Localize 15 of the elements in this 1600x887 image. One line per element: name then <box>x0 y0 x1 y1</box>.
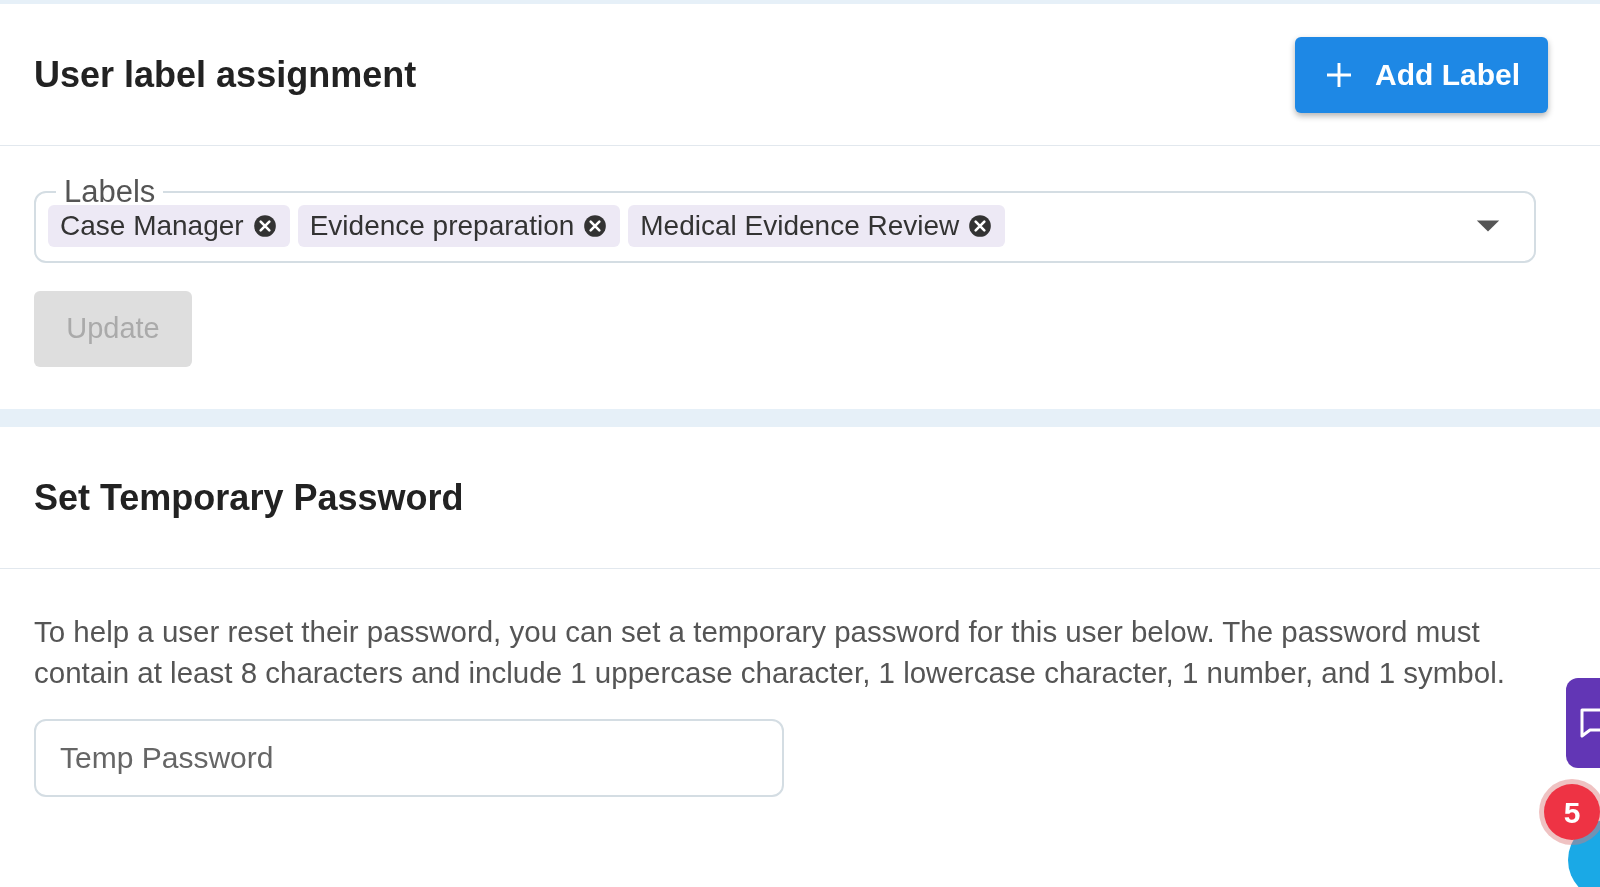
remove-icon[interactable] <box>582 213 609 239</box>
temp-password-field[interactable]: Temp Password <box>34 719 784 797</box>
remove-icon[interactable] <box>967 213 994 239</box>
label-chip[interactable]: Medical Evidence Review <box>628 205 1006 247</box>
dropdown-caret-icon[interactable] <box>1474 218 1502 234</box>
description-text: To help a user reset their password, you can set a temporary password for this user below. The password must contain at least 8 characters and include 1 uppercase character, 1 lowercase character, 1 number, and 1 symbol. <box>34 614 1506 691</box>
label-chip[interactable]: Case Manager <box>48 205 290 247</box>
label-chip[interactable]: Evidence preparation <box>297 205 621 247</box>
add-label-button[interactable]: Add Label <box>1295 36 1548 113</box>
labels-field[interactable]: Labels Case Manager Evidence preparation Medical Evidence Review <box>34 176 1536 263</box>
chat-icon <box>1578 706 1600 740</box>
remove-icon[interactable] <box>251 213 278 239</box>
section-title: User label assignment <box>34 52 417 97</box>
section-title: Set Temporary Password <box>34 475 464 520</box>
field-label: Labels <box>63 176 157 207</box>
